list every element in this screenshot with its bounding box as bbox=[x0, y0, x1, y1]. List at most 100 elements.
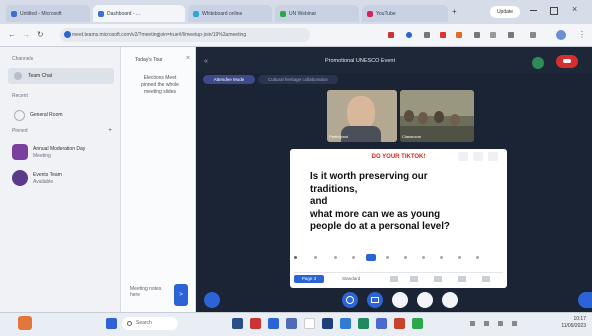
volume-icon[interactable] bbox=[498, 321, 503, 326]
taskbar-app-icon[interactable] bbox=[304, 318, 315, 329]
participant-name: Classroom bbox=[402, 134, 422, 139]
more-options-button[interactable] bbox=[442, 292, 458, 308]
taskbar-app-icon[interactable] bbox=[394, 318, 405, 329]
profile-button[interactable]: Update bbox=[490, 6, 520, 18]
slide-line: people do at a personal level? bbox=[310, 221, 450, 233]
extension-icon[interactable] bbox=[388, 32, 394, 38]
taskbar-app-icon[interactable] bbox=[376, 318, 387, 329]
chat-item-selected[interactable] bbox=[8, 68, 114, 84]
thumb-dot[interactable] bbox=[440, 256, 443, 259]
thumb-dot[interactable] bbox=[294, 256, 297, 259]
toolbar-icon[interactable] bbox=[410, 276, 418, 282]
chat-avatar bbox=[12, 170, 28, 186]
address-bar[interactable]: meet.teams.microsoft.com/v2/?meetingjoin… bbox=[60, 28, 310, 42]
weather-icon[interactable] bbox=[18, 316, 32, 330]
topic-pill[interactable]: Cultural heritage collaboration bbox=[258, 75, 338, 84]
chat-name[interactable]: Annual Moderation Day bbox=[33, 146, 85, 152]
browser-tab[interactable]: UN Webinar bbox=[275, 5, 359, 22]
taskbar-app-icon[interactable] bbox=[340, 318, 351, 329]
taskbar-app-icon[interactable] bbox=[322, 318, 333, 329]
clock-date[interactable]: 11/09/2023 bbox=[548, 323, 586, 329]
camera-icon bbox=[371, 297, 379, 303]
chat-item-label[interactable]: General Room bbox=[30, 112, 63, 118]
phone-hangup-icon bbox=[563, 59, 571, 63]
puzzle-icon[interactable] bbox=[474, 32, 480, 38]
taskbar-app-icon[interactable] bbox=[268, 318, 279, 329]
view-select[interactable]: Standard bbox=[342, 276, 360, 281]
minimize-icon[interactable] bbox=[530, 10, 537, 11]
browser-tab[interactable]: Untitled - Microsoft bbox=[6, 5, 90, 22]
thumb-dot[interactable] bbox=[458, 256, 461, 259]
extension-icon[interactable] bbox=[406, 32, 412, 38]
toolbar-icon[interactable] bbox=[434, 276, 442, 282]
chat-name[interactable]: Events Team bbox=[33, 172, 62, 178]
extension-icon[interactable] bbox=[440, 32, 446, 38]
slide-line: traditions, bbox=[310, 183, 358, 195]
forward-icon[interactable]: → bbox=[22, 30, 30, 39]
tray-icon[interactable] bbox=[470, 321, 475, 326]
send-button[interactable]: > bbox=[174, 284, 188, 306]
tab-label: Dashboard - ... bbox=[107, 10, 141, 17]
side-panel-toggle[interactable] bbox=[578, 292, 592, 308]
close-icon[interactable]: × bbox=[572, 4, 577, 14]
browser-tab[interactable]: Whiteboard online bbox=[188, 5, 272, 22]
battery-icon[interactable] bbox=[512, 321, 517, 326]
thumb-dot[interactable] bbox=[422, 256, 425, 259]
slide-line: Is it worth preserving our bbox=[310, 171, 428, 182]
toolbar-icon[interactable] bbox=[390, 276, 398, 282]
new-tab-button[interactable]: + bbox=[452, 7, 457, 16]
extension-icon[interactable] bbox=[456, 32, 462, 38]
share-screen-button[interactable] bbox=[392, 292, 408, 308]
taskbar-app-icon[interactable] bbox=[412, 318, 423, 329]
thumb-dot[interactable] bbox=[386, 256, 389, 259]
toolbar-icon[interactable] bbox=[458, 276, 466, 282]
site-info-icon[interactable] bbox=[64, 31, 71, 38]
start-icon[interactable] bbox=[106, 318, 117, 329]
chat-item-label: Team Chat bbox=[28, 73, 53, 79]
browser-tab-active[interactable]: Dashboard - ... bbox=[93, 5, 185, 22]
meeting-title: Promotional UNESCO Event bbox=[325, 58, 395, 64]
taskbar-app-icon[interactable] bbox=[232, 318, 243, 329]
slide-redo-icon[interactable] bbox=[473, 152, 483, 161]
page-select[interactable]: Page 3 bbox=[294, 275, 324, 283]
thumb-dot[interactable] bbox=[334, 256, 337, 259]
clock-time[interactable]: 10:17 bbox=[548, 316, 586, 322]
menu-icon[interactable]: ⋮ bbox=[578, 30, 586, 39]
wifi-icon[interactable] bbox=[484, 321, 489, 326]
tab-label: YouTube bbox=[376, 10, 396, 17]
thumb-dot[interactable] bbox=[352, 256, 355, 259]
chat-compose-input[interactable]: Meeting notes here bbox=[130, 286, 164, 298]
slide-thumbnail-strip bbox=[294, 253, 503, 263]
thumb-dot[interactable] bbox=[476, 256, 479, 259]
taskbar-app-icon[interactable] bbox=[358, 318, 369, 329]
chat-subtext: Available bbox=[33, 179, 54, 185]
thumb-active[interactable] bbox=[366, 254, 376, 261]
taskbar-app-icon[interactable] bbox=[286, 318, 297, 329]
close-panel-icon[interactable]: × bbox=[186, 55, 190, 62]
add-icon[interactable]: + bbox=[108, 127, 112, 134]
thumb-dot[interactable] bbox=[404, 256, 407, 259]
thumb-dot[interactable] bbox=[314, 256, 317, 259]
browser-tab[interactable]: YouTube bbox=[362, 5, 448, 22]
avatar[interactable] bbox=[556, 30, 566, 40]
channel-icon bbox=[14, 110, 25, 121]
reactions-button[interactable] bbox=[417, 292, 433, 308]
section-label: Pinned bbox=[12, 128, 28, 134]
sidebar-icon[interactable] bbox=[508, 32, 514, 38]
add-participant-button[interactable] bbox=[204, 292, 220, 308]
toolbar-icon[interactable] bbox=[482, 276, 490, 282]
settings-icon[interactable] bbox=[490, 32, 496, 38]
extension-icon[interactable] bbox=[424, 32, 430, 38]
slide-undo-icon[interactable] bbox=[458, 152, 468, 161]
back-icon[interactable]: « bbox=[204, 58, 208, 65]
video-tile[interactable]: Participant bbox=[327, 90, 397, 142]
maximize-icon[interactable] bbox=[550, 7, 558, 15]
mode-pill[interactable]: Attendee Mode bbox=[203, 75, 255, 84]
slide-expand-icon[interactable] bbox=[488, 152, 498, 161]
shared-slide: DO YOUR TIKTOK! Is it worth preserving o… bbox=[290, 149, 507, 288]
video-tile[interactable]: Classroom bbox=[400, 90, 474, 142]
downloads-icon[interactable] bbox=[530, 32, 536, 38]
taskbar-app-icon[interactable] bbox=[250, 318, 261, 329]
reload-icon[interactable]: ↻ bbox=[37, 30, 44, 39]
back-icon[interactable]: ← bbox=[8, 30, 16, 39]
